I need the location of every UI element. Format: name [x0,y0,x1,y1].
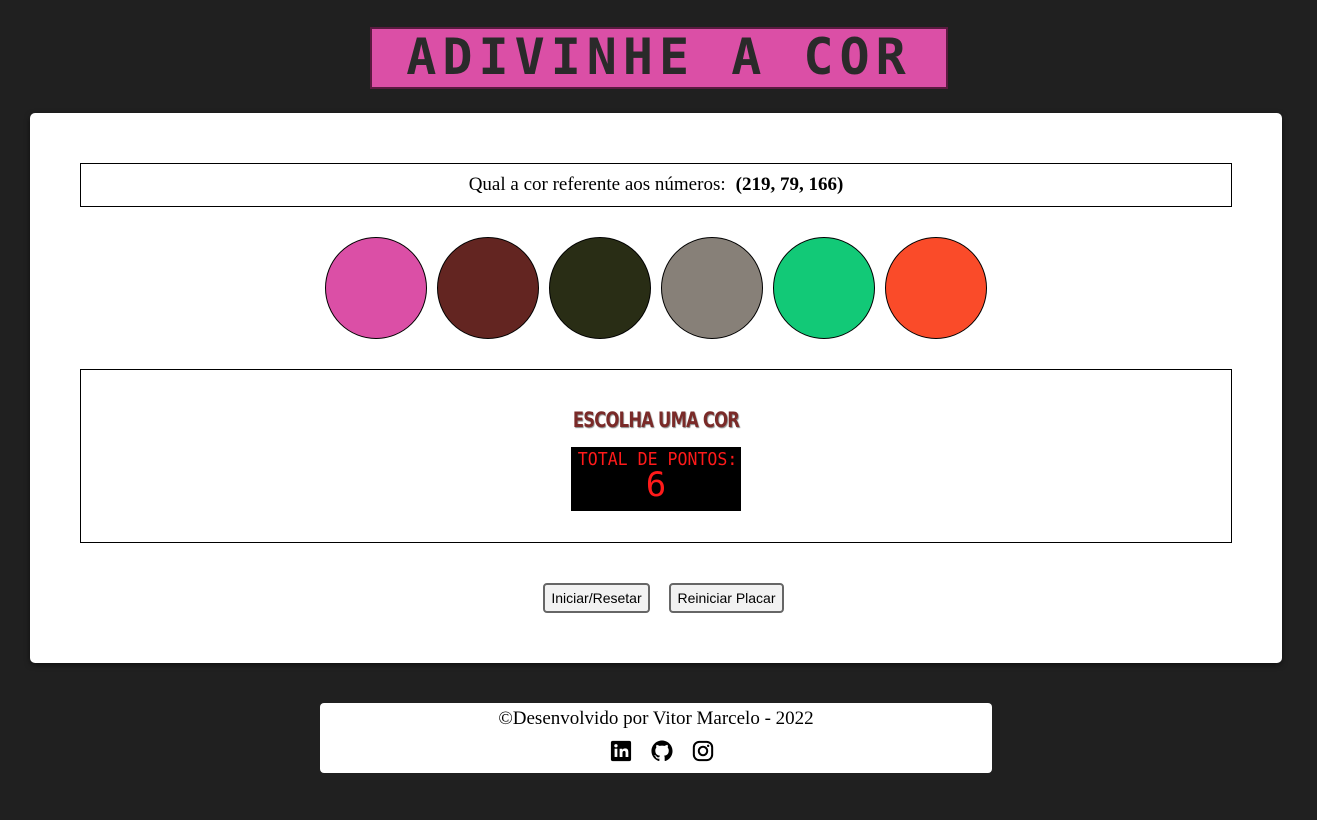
footer-credits: ©Desenvolvido por Vitor Marcelo - 2022 [498,708,814,729]
result-box: ESCOLHA UMA COR TOTAL DE PONTOS: 6 [80,369,1232,543]
title-logo: ADIVINHE A COR [369,27,948,89]
reset-score-button[interactable]: Reiniciar Placar [669,583,784,613]
start-reset-button[interactable]: Iniciar/Resetar [543,583,650,613]
color-option-1[interactable] [325,237,427,339]
page-title: ADIVINHE A COR [0,26,1317,90]
rgb-code: (219, 79, 166) [735,174,844,195]
social-links [610,740,714,762]
title-text: ADIVINHE A COR [406,28,911,86]
color-option-4[interactable] [661,237,763,339]
color-option-3[interactable] [549,237,651,339]
answer-message: ESCOLHA UMA COR [572,408,740,432]
score-panel: TOTAL DE PONTOS: 6 [571,447,741,511]
footer: ©Desenvolvido por Vitor Marcelo - 2022 [320,703,992,773]
instagram-icon[interactable] [692,740,714,762]
github-icon[interactable] [651,740,673,762]
color-option-2[interactable] [437,237,539,339]
score-label: TOTAL DE PONTOS: [577,449,738,470]
question-box: Qual a cor referente aos números: (219, … [80,163,1232,207]
game-card: Qual a cor referente aos números: (219, … [30,113,1282,663]
linkedin-icon[interactable] [610,740,632,762]
color-option-5[interactable] [773,237,875,339]
score-value: 6 [645,465,667,505]
color-option-6[interactable] [885,237,987,339]
question-label: Qual a cor referente aos números: [468,174,726,195]
color-options [325,237,987,339]
